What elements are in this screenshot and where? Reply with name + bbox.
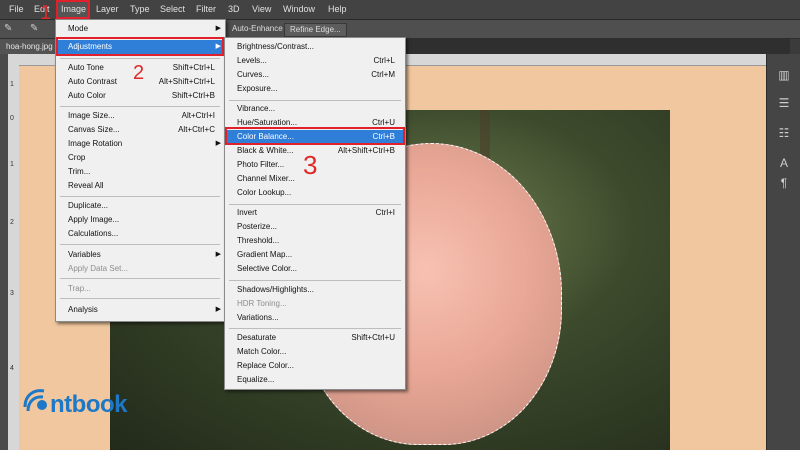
tools-panel (0, 54, 8, 450)
menu-separator (229, 204, 401, 205)
submenu-item-invert[interactable]: Invert Ctrl+I (225, 206, 405, 220)
character-icon[interactable]: A (777, 156, 791, 170)
menu-item-apply-image[interactable]: Apply Image... (56, 213, 225, 227)
properties-icon[interactable]: ☷ (777, 126, 791, 140)
submenu-item-hdr-toning: HDR Toning... (237, 299, 287, 308)
histogram-icon[interactable]: ▥ (777, 68, 791, 82)
annotation-box-image-menu (56, 0, 90, 19)
step-number-2: 2 (133, 62, 145, 84)
submenu-item-replace-color[interactable]: Replace Color... (225, 359, 405, 373)
submenu-item-shadows-highlights[interactable]: Shadows/Highlights... (225, 283, 405, 297)
menu-item-trim[interactable]: Trim... (56, 165, 225, 179)
adjustments-icon[interactable]: ☰ (777, 96, 791, 110)
ruler-mark: 1 (10, 81, 14, 88)
submenu-item-variations[interactable]: Variations... (225, 311, 405, 325)
menu-separator (60, 196, 220, 197)
submenu-item-posterize[interactable]: Posterize... (225, 220, 405, 234)
submenu-item-match-color[interactable]: Match Color... (225, 345, 405, 359)
submenu-item-selective-color[interactable]: Selective Color... (225, 262, 405, 276)
menu-item-image-size[interactable]: Image Size... Alt+Ctrl+I (56, 109, 225, 123)
menu-item-canvas-size[interactable]: Canvas Size... Alt+Ctrl+C (56, 123, 225, 137)
menu-item-apply-data-set: Apply Data Set... (68, 264, 129, 273)
menu-separator (60, 244, 220, 245)
menu-view[interactable]: View (249, 0, 274, 19)
menu-item-auto-color[interactable]: Auto Color Shift+Ctrl+B (56, 89, 225, 103)
ntbook-logo-icon (23, 389, 47, 412)
menu-item-variables[interactable]: Variables ▶ (56, 248, 225, 262)
menu-item-mode[interactable]: Mode ▶ (56, 22, 225, 36)
right-panel-dock: ▥ ☰ ☷ A ¶ (766, 54, 800, 450)
paragraph-icon[interactable]: ¶ (777, 176, 791, 190)
quick-selection-icon[interactable]: ✎ (30, 23, 38, 34)
submenu-item-curves[interactable]: Curves... Ctrl+M (225, 68, 405, 82)
tab-document[interactable]: hoa-hong.jpg (0, 39, 59, 54)
step-number-1: 1 (40, 2, 52, 24)
menu-item-image-rotation[interactable]: Image Rotation ▶ (56, 137, 225, 151)
refine-edge-button[interactable]: Refine Edge... (284, 23, 347, 37)
brush-icon[interactable]: ✎ (4, 23, 12, 34)
annotation-box-color-balance (225, 127, 405, 145)
submenu-item-brightness-contrast[interactable]: Brightness/Contrast... (225, 40, 405, 54)
menu-item-analysis[interactable]: Analysis ▶ (56, 303, 225, 317)
step-number-3: 3 (303, 150, 318, 180)
menu-3d[interactable]: 3D (225, 0, 243, 19)
ruler-mark: 2 (10, 219, 14, 226)
submenu-item-gradient-map[interactable]: Gradient Map... (225, 248, 405, 262)
submenu-item-equalize[interactable]: Equalize... (225, 373, 405, 387)
submenu-item-threshold[interactable]: Threshold... (225, 234, 405, 248)
submenu-item-vibrance[interactable]: Vibrance... (225, 102, 405, 116)
ruler-mark: 4 (10, 365, 14, 372)
menu-separator (229, 100, 401, 101)
menu-item-crop[interactable]: Crop (56, 151, 225, 165)
menu-separator (60, 58, 220, 59)
menu-item-duplicate[interactable]: Duplicate... (56, 199, 225, 213)
menu-window[interactable]: Window (280, 0, 318, 19)
menu-separator (60, 278, 220, 279)
auto-enhance-checkbox[interactable]: Auto-Enhance (232, 24, 283, 33)
menu-file[interactable]: File (6, 0, 27, 19)
menu-separator (60, 298, 220, 299)
menu-item-reveal-all[interactable]: Reveal All (56, 179, 225, 193)
menu-layer[interactable]: Layer (93, 0, 122, 19)
ntbook-logo-text: ntbook (50, 391, 127, 418)
submenu-item-exposure[interactable]: Exposure... (225, 82, 405, 96)
ruler-mark: 0 (10, 115, 14, 122)
menu-separator (229, 280, 401, 281)
annotation-box-adjustments (56, 37, 224, 56)
menu-bar: File Edit Image Layer Type Select Filter… (0, 0, 800, 20)
ruler-mark: 1 (10, 161, 14, 168)
submenu-item-desaturate[interactable]: Desaturate Shift+Ctrl+U (225, 331, 405, 345)
adjustments-submenu: Brightness/Contrast... Levels... Ctrl+L C… (224, 37, 406, 390)
menu-item-trap: Trap... (68, 284, 91, 293)
menu-filter[interactable]: Filter (193, 0, 219, 19)
submenu-item-color-lookup[interactable]: Color Lookup... (225, 186, 405, 200)
submenu-item-levels[interactable]: Levels... Ctrl+L (225, 54, 405, 68)
menu-item-calculations[interactable]: Calculations... (56, 227, 225, 241)
menu-separator (60, 106, 220, 107)
menu-help[interactable]: Help (325, 0, 350, 19)
ruler-mark: 3 (10, 290, 14, 297)
menu-type[interactable]: Type (127, 0, 153, 19)
menu-select[interactable]: Select (157, 0, 188, 19)
menu-separator (229, 328, 401, 329)
